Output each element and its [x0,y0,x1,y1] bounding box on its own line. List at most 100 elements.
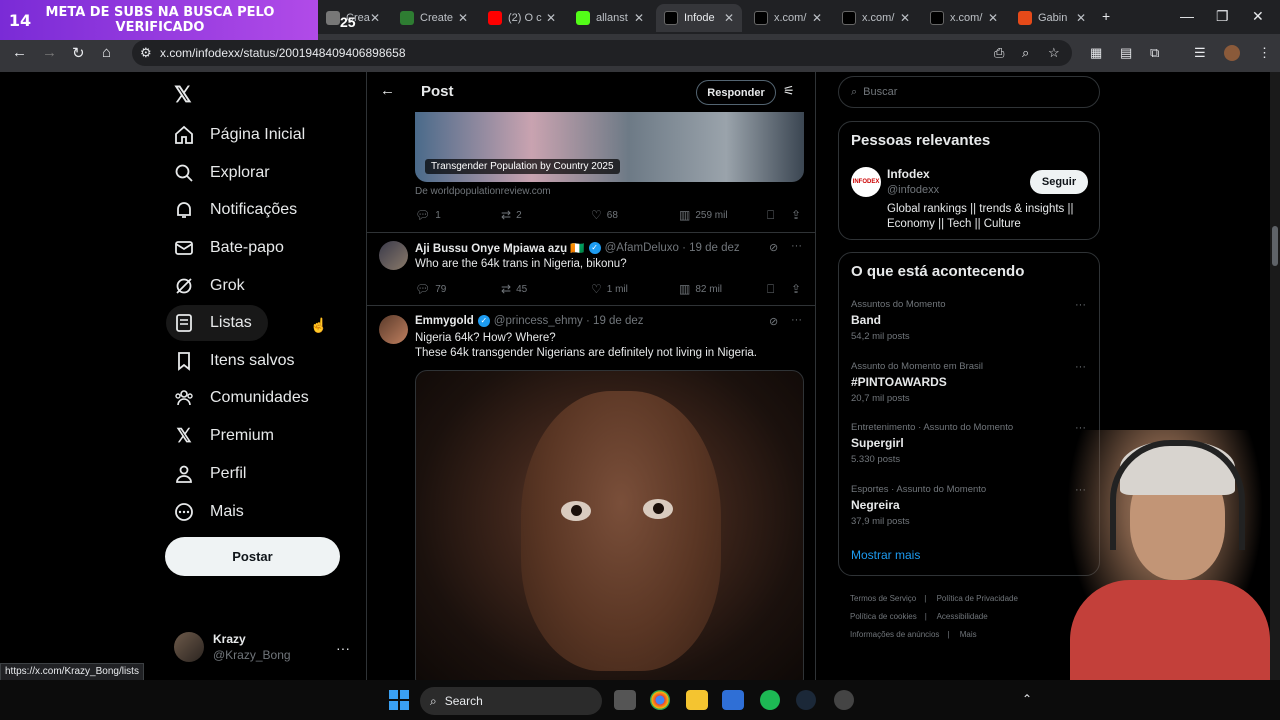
close-tab-icon[interactable]: ✕ [1076,11,1086,25]
reply-button[interactable]: Responder [696,80,776,105]
sidebar-item-explore[interactable]: Explorar [166,155,286,191]
site-info-icon[interactable]: ⚙ [140,45,152,61]
close-tab-icon[interactable]: ✕ [812,11,822,25]
show-more-link[interactable]: Mostrar mais [851,548,920,562]
views-button[interactable]: ▥ 259 mil [679,208,728,222]
close-tab-icon[interactable]: ✕ [900,11,910,25]
sidebar-item-premium[interactable]: 𝕏 Premium [166,418,290,454]
filter-icon[interactable]: ⚟ [783,83,795,99]
reload-icon[interactable]: ↻ [72,44,85,62]
zoom-icon[interactable]: ⌕ [1022,45,1029,61]
forward-icon[interactable]: → [42,44,57,61]
puzzle-icon[interactable]: ⧉ [1150,45,1159,61]
browser-tab[interactable]: Create ✕ [392,4,476,32]
file-explorer-icon[interactable] [686,690,708,710]
more-dots-icon[interactable]: ··· [791,314,802,326]
tweet-date[interactable]: 19 de dez [689,242,740,254]
close-tab-icon[interactable]: ✕ [634,11,644,25]
profile-avatar-icon[interactable] [1224,45,1240,61]
x-logo-icon[interactable]: 𝕏 [174,82,192,108]
avatar[interactable]: INFODEX [851,167,881,197]
reply-button[interactable]: 💬︎ 1 [415,208,441,222]
bookmark-button[interactable]: ⎕ [767,282,779,297]
sidebar-item-home[interactable]: Página Inicial [166,117,321,153]
back-icon[interactable]: ← [12,44,27,61]
menu-icon[interactable]: ⋮ [1258,45,1271,61]
maximize-icon[interactable]: ❐ [1216,8,1229,25]
author-name[interactable]: Aji Bussu Onye Mpiawa azụ 🇨🇮 [415,241,585,255]
browser-tab-active[interactable]: Infode ✕ [656,4,742,32]
home-browser-icon[interactable]: ⌂ [102,44,111,61]
store-icon[interactable] [722,690,744,710]
sidebar-item-profile[interactable]: Perfil [166,456,262,492]
footer-link[interactable]: Informações de anúncios [850,630,939,639]
avatar[interactable] [379,315,408,344]
close-tab-icon[interactable]: ✕ [988,11,998,25]
sidebar-item-more[interactable]: Mais [166,494,260,530]
sidebar-item-bookmarks[interactable]: Itens salvos [166,343,310,379]
chrome-icon[interactable] [650,690,670,710]
browser-tab[interactable]: allanst ✕ [568,4,652,32]
close-tab-icon[interactable]: ✕ [724,11,734,25]
views-button[interactable]: ▥ 82 mil [679,282,722,296]
follow-button[interactable]: Seguir [1030,170,1088,194]
url-text[interactable]: x.com/infodexx/status/200194840940689865… [160,46,406,60]
footer-link[interactable]: Acessibilidade [937,612,988,621]
like-button[interactable]: ♡ 1 mil [591,282,628,296]
repost-button[interactable]: ⇄ 45 [501,282,527,296]
grok-icon[interactable]: ⊘ [769,241,778,254]
windows-start-icon[interactable] [389,690,409,710]
bookmark-star-icon[interactable]: ☆ [1048,45,1060,61]
author-handle[interactable]: @infodexx [887,184,939,196]
share-button[interactable]: ⇪ [791,208,806,222]
sidebar-item-lists[interactable]: Listas [166,305,268,341]
grok-icon[interactable]: ⊘ [769,315,778,328]
footer-link[interactable]: Política de cookies [850,612,917,621]
new-tab-icon[interactable]: + [1102,8,1110,24]
media-preview[interactable]: Transgender Population by Country 2025 [415,112,804,182]
tweet-gif[interactable] [415,370,804,680]
search-input[interactable]: ⌕ Buscar [838,76,1100,108]
sidebar-item-grok[interactable]: Grok [166,268,261,304]
avatar[interactable] [379,241,408,270]
media-control-icon[interactable]: ☰ [1194,45,1206,61]
spotify-icon[interactable] [760,690,780,710]
author-handle[interactable]: @AfamDeluxo [605,242,679,254]
bookmark-button[interactable]: ⎕ [767,208,779,223]
author-name[interactable]: Emmygold [415,315,474,327]
close-tab-icon[interactable]: ✕ [458,11,468,25]
minimize-icon[interactable]: — [1180,8,1194,24]
install-icon[interactable]: ⎙ [994,45,1004,61]
scrollbar-thumb[interactable] [1272,226,1278,266]
repost-button[interactable]: ⇄ 2 [501,208,522,222]
reply-button[interactable]: 💬︎ 79 [415,282,446,296]
close-tab-icon[interactable]: ✕ [546,11,556,25]
footer-link[interactable]: Termos de Serviço [850,594,916,603]
back-arrow-icon[interactable]: ← [380,82,395,99]
sidebar-item-messages[interactable]: Bate-papo [166,230,300,266]
taskbar-search[interactable]: ⌕ Search [420,687,602,715]
more-dots-icon[interactable]: ··· [1075,361,1086,373]
close-tab-icon[interactable]: ✕ [370,11,380,25]
account-switcher[interactable]: Krazy @Krazy_Bong [174,632,291,662]
media-source[interactable]: De worldpopulationreview.com [415,186,551,197]
close-window-icon[interactable]: ✕ [1252,8,1264,25]
task-view-icon[interactable] [614,690,636,710]
extension-icon[interactable]: ▦ [1090,45,1102,61]
more-dots-icon[interactable]: ··· [336,640,350,656]
author-handle[interactable]: @princess_ehmy [494,315,583,327]
browser-tab[interactable]: (2) O c ✕ [480,4,564,32]
app-icon[interactable] [834,690,854,710]
browser-tab[interactable]: x.com/✕ [922,4,1006,32]
footer-link[interactable]: Política de Privacidade [937,594,1018,603]
more-dots-icon[interactable]: ··· [1075,299,1086,311]
share-button[interactable]: ⇪ [791,282,806,296]
tweet-date[interactable]: 19 de dez [593,315,644,327]
steam-icon[interactable] [796,690,816,710]
chevron-up-icon[interactable]: ⌃ [1022,692,1032,706]
extension-icon[interactable]: ▤ [1120,45,1132,61]
post-button[interactable]: Postar [165,537,340,576]
sidebar-item-notifications[interactable]: Notificações [166,192,313,228]
more-dots-icon[interactable]: ··· [791,240,802,252]
browser-tab[interactable]: x.com/✕ [834,4,918,32]
